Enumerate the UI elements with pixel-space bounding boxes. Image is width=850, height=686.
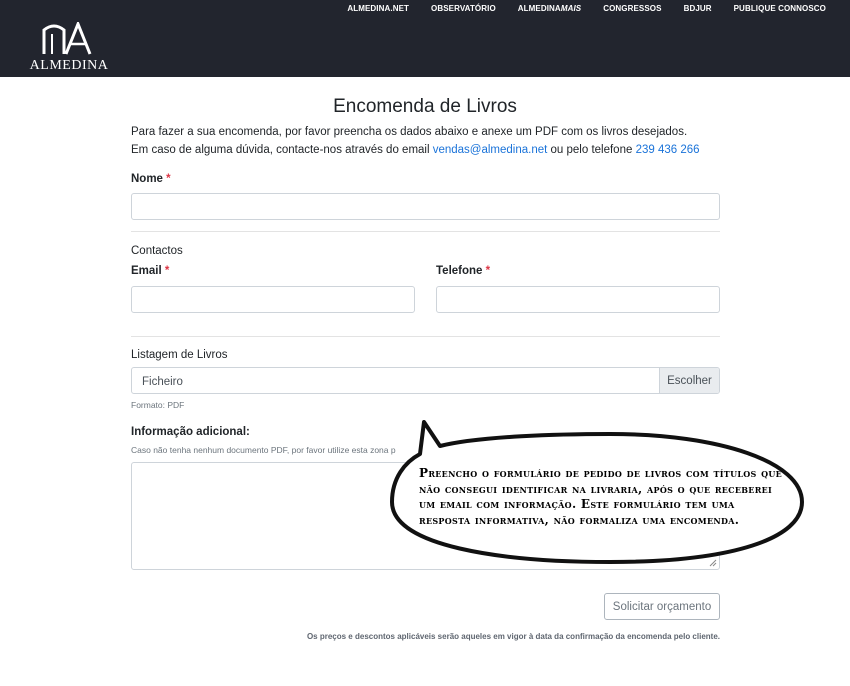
extra-info-hint: Caso não tenha nenhum documento PDF, por… [131,445,396,455]
nav-publique-connosco[interactable]: PUBLIQUE CONNOSCO [734,4,826,13]
speech-bubble-text: Preencho o formulário de pedido de livro… [419,466,783,527]
phone-link[interactable]: 239 436 266 [636,144,700,156]
nav-congressos[interactable]: CONGRESSOS [603,4,661,13]
top-navigation: ALMEDINA.NET OBSERVATÓRIO ALMEDINAMAIS C… [325,4,826,13]
contacts-heading: Contactos [131,245,183,257]
file-input[interactable]: Ficheiro Escolher [131,367,720,394]
almedina-logo[interactable]: ALMEDINA [29,22,109,74]
nav-bdjur[interactable]: BDJUR [684,4,712,13]
nav-almedina-mais[interactable]: ALMEDINAMAIS [518,4,581,13]
phone-label: Telefone * [436,265,490,277]
nav-observatorio[interactable]: OBSERVATÓRIO [431,4,496,13]
phone-label-text: Telefone [436,265,483,277]
email-input[interactable] [131,286,415,313]
pricing-footnote: Os preços e descontos aplicáveis serão a… [306,632,720,641]
file-format-hint: Formato: PDF [131,400,185,410]
phone-input[interactable] [436,286,720,313]
logo-text: ALMEDINA [29,58,109,73]
required-marker: * [164,265,170,277]
divider [131,336,720,337]
required-marker: * [485,265,491,277]
name-input[interactable] [131,193,720,220]
page-title: Encomenda de Livros [333,96,517,117]
nav-almedina-mais-main: ALMEDINA [517,4,561,13]
intro-prefix: Em caso de alguma dúvida, contacte-nos a… [131,144,433,156]
nav-almedina-net[interactable]: ALMEDINA.NET [347,4,409,13]
intro-line-2: Em caso de alguma dúvida, contacte-nos a… [131,144,700,156]
resize-grip-icon[interactable] [709,559,717,567]
email-label: Email * [131,265,169,277]
intro-line-1: Para fazer a sua encomenda, por favor pr… [131,126,688,138]
logo-mark-icon [42,22,92,55]
extra-info-label: Informação adicional: [131,426,250,438]
nav-almedina-mais-italic: MAIS [560,4,582,13]
site-header: ALMEDINA ALMEDINA.NET OBSERVATÓRIO ALMED… [0,0,850,77]
file-placeholder: Ficheiro [142,376,183,388]
name-label-text: Nome [131,173,163,185]
required-marker: * [166,173,171,185]
email-link[interactable]: vendas@almedina.net [433,144,548,156]
divider [131,231,720,232]
email-label-text: Email [131,265,162,277]
name-label: Nome * [131,173,171,185]
book-list-heading: Listagem de Livros [131,349,228,361]
choose-file-button[interactable]: Escolher [659,368,719,393]
request-quote-button[interactable]: Solicitar orçamento [604,593,720,620]
intro-middle: ou pelo telefone [547,144,636,156]
